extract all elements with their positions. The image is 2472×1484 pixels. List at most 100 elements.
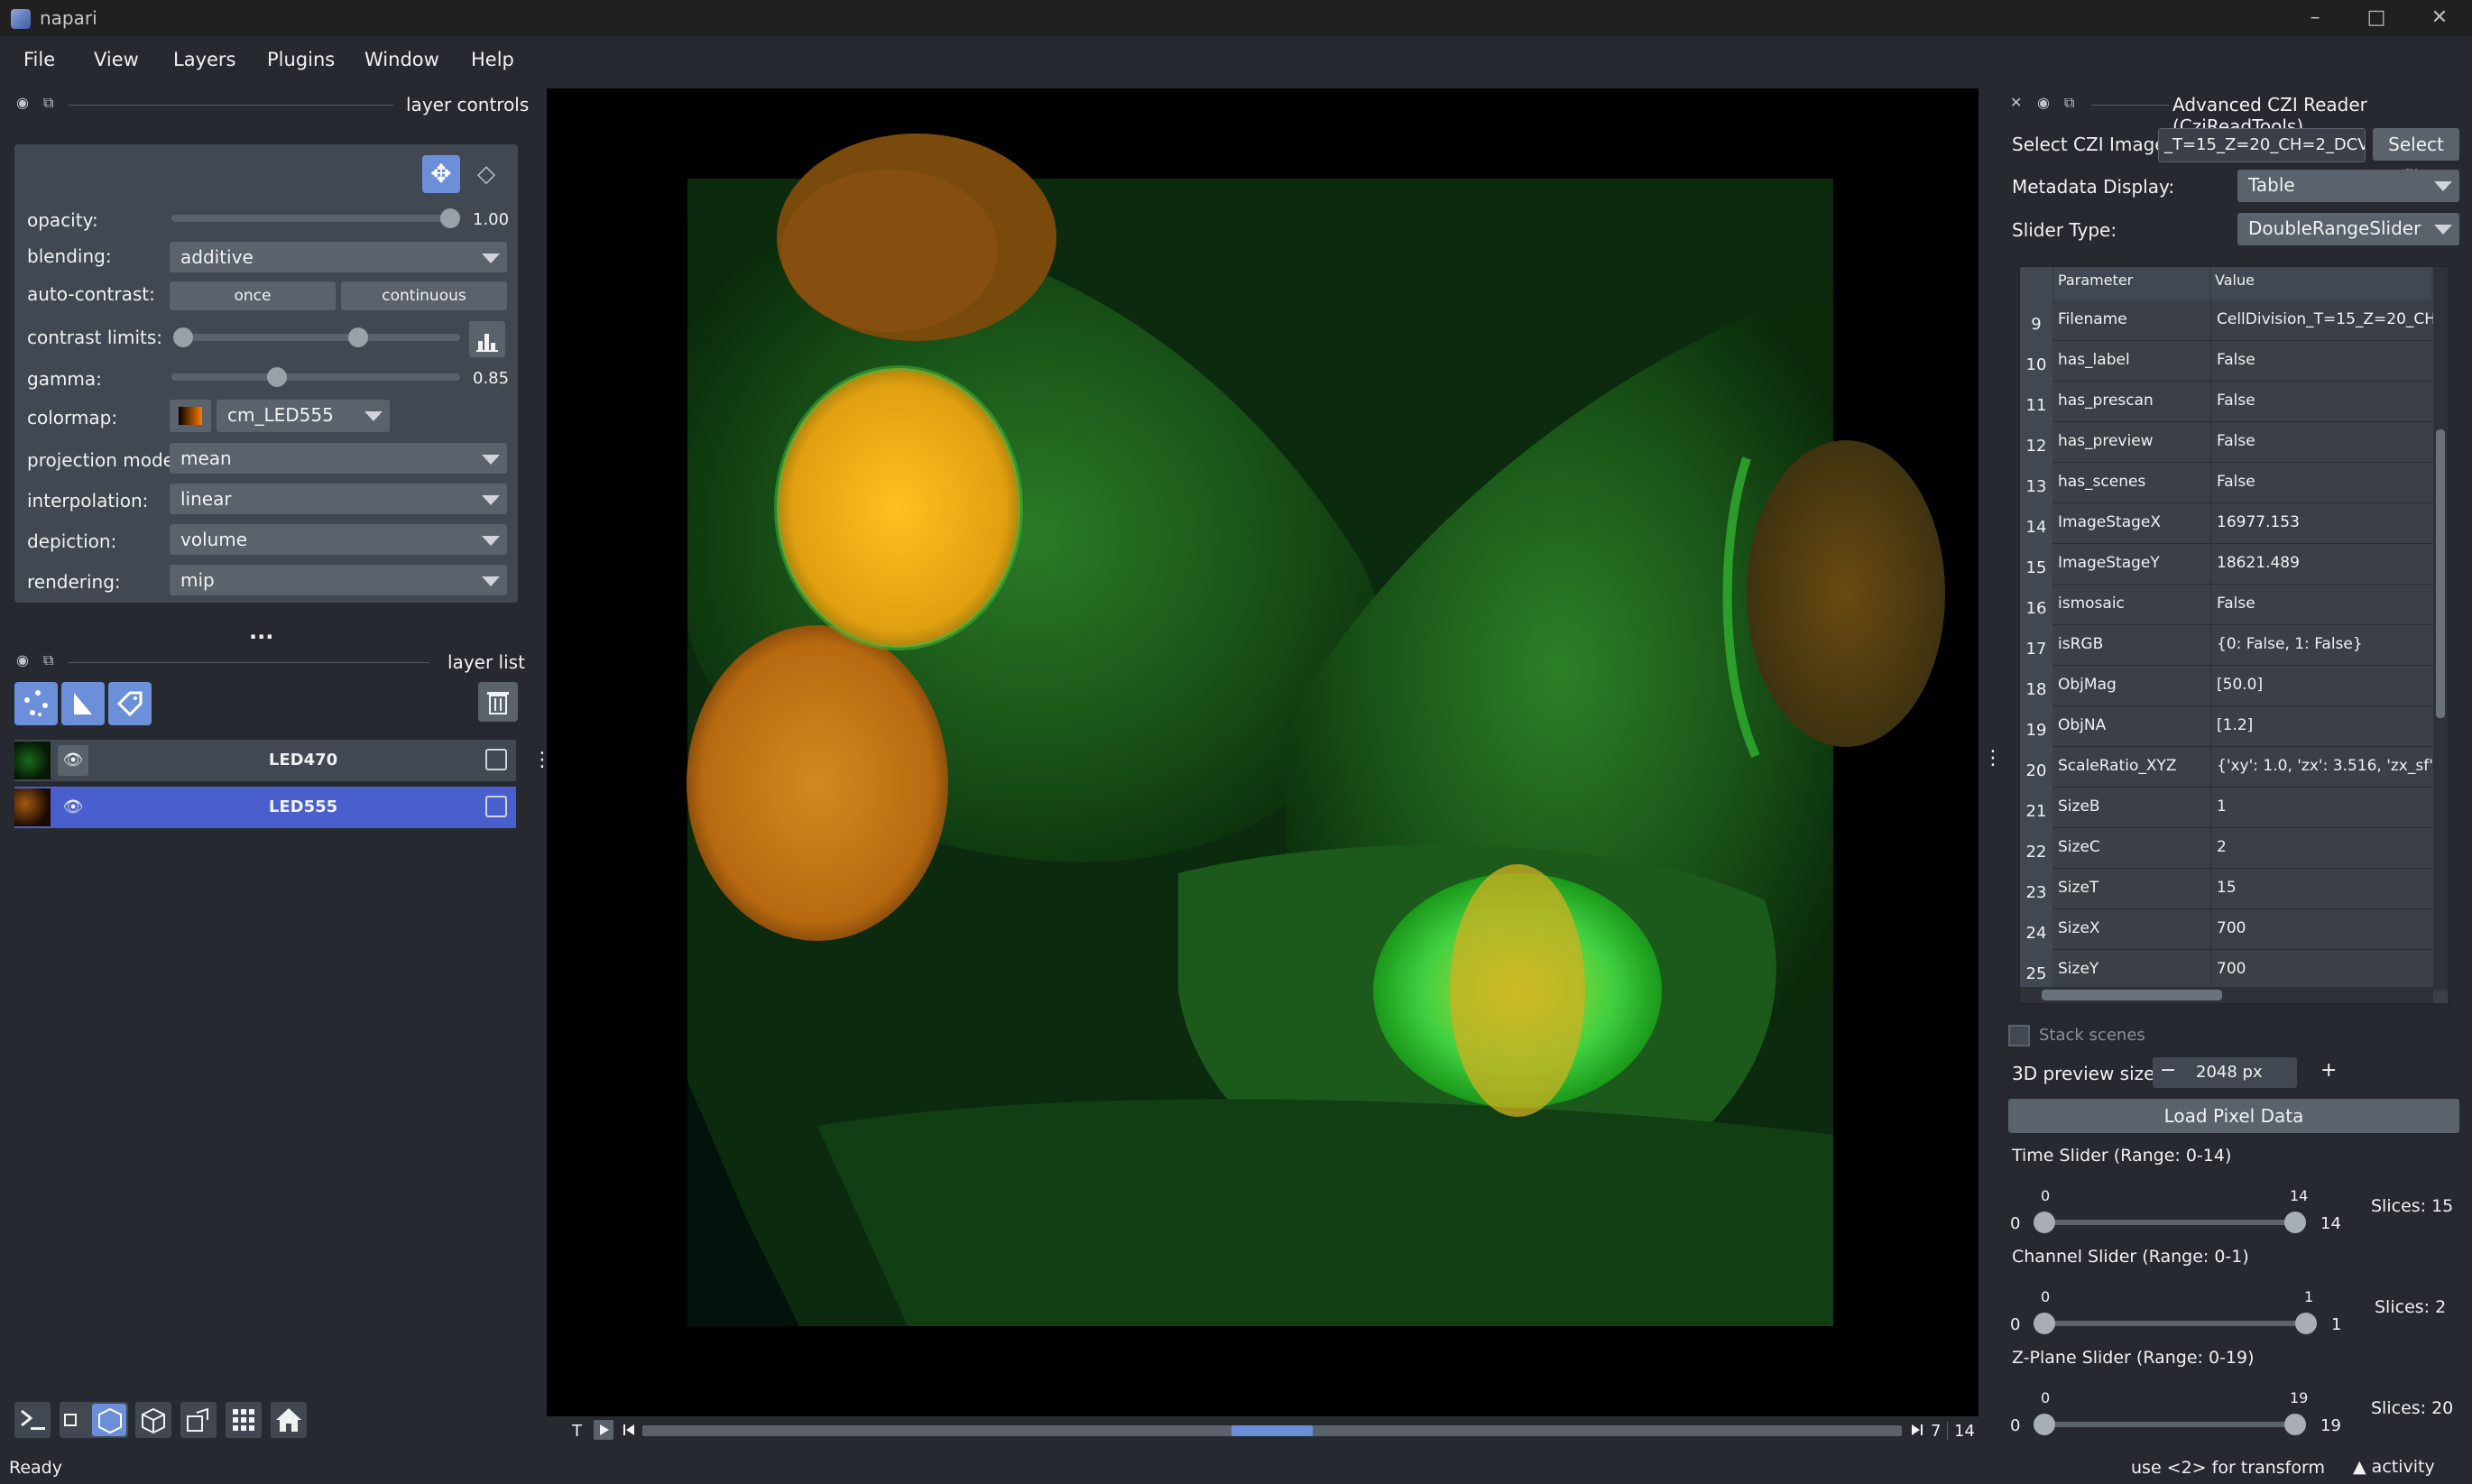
table-row[interactable]: 12 has_preview False [2020, 421, 2448, 463]
menu-window[interactable]: Window [364, 49, 439, 70]
value-cell[interactable]: 16977.153 [2217, 513, 2433, 531]
parameter-cell[interactable]: ScaleRatio_XYZ [2058, 757, 2202, 775]
dock-float-icon[interactable]: ◉ [2037, 94, 2050, 111]
step-back-button[interactable] [619, 1420, 639, 1440]
transform-icon[interactable]: ◇ [467, 155, 505, 193]
menu-plugins[interactable]: Plugins [267, 49, 335, 70]
table-hscrollbar[interactable] [2020, 987, 2433, 1003]
column-header-parameter[interactable]: Parameter [2054, 267, 2209, 300]
grid-view-button[interactable] [226, 1402, 262, 1438]
table-row[interactable]: 18 ObjMag [50.0] [2020, 665, 2448, 706]
load-pixel-data-button[interactable]: Load Pixel Data [2008, 1099, 2459, 1133]
hscroll-handle[interactable] [2042, 990, 2222, 1000]
opacity-slider[interactable] [171, 215, 453, 222]
close-dock-icon[interactable]: ✕ [2010, 94, 2022, 111]
value-cell[interactable]: False [2217, 432, 2433, 450]
value-cell[interactable]: False [2217, 351, 2433, 369]
table-row[interactable]: 21 SizeB 1 [2020, 787, 2448, 828]
parameter-cell[interactable]: ObjMag [2058, 676, 2202, 694]
column-header-value[interactable]: Value [2211, 267, 2431, 300]
colormap-select[interactable]: cm_LED555 [217, 400, 390, 432]
table-row[interactable]: 15 ImageStageY 18621.489 [2020, 543, 2448, 585]
parameter-cell[interactable]: ImageStageY [2058, 554, 2202, 572]
menu-help[interactable]: Help [471, 49, 514, 70]
contrast-max-handle[interactable] [348, 327, 368, 347]
dock-resize-handle[interactable]: ⋮ [1983, 749, 2003, 769]
vscroll-handle[interactable] [2436, 429, 2445, 718]
new-labels-layer-button[interactable] [108, 682, 152, 725]
channel-range-slider[interactable] [2044, 1321, 2306, 1326]
value-cell[interactable]: [50.0] [2217, 676, 2433, 694]
auto-contrast-once-button[interactable]: once [170, 281, 336, 310]
new-points-layer-button[interactable] [14, 682, 58, 725]
opacity-slider-handle[interactable] [440, 208, 460, 228]
table-row[interactable]: 16 ismosaic False [2020, 584, 2448, 625]
minus-icon[interactable]: − [2160, 1059, 2176, 1082]
maximize-button[interactable]: □ [2358, 4, 2394, 32]
dims-slider-track[interactable] [642, 1425, 1902, 1436]
value-cell[interactable]: 18621.489 [2217, 554, 2433, 572]
value-cell[interactable]: {'xy': 1.0, 'zx': 3.516, 'zx_sf': 3.5 [2217, 757, 2433, 775]
depiction-select[interactable]: volume [170, 524, 507, 555]
activity-button[interactable]: ▲ activity [2353, 1457, 2435, 1477]
value-cell[interactable]: {0: False, 1: False} [2217, 635, 2433, 653]
menu-layers[interactable]: Layers [173, 49, 236, 70]
table-row[interactable]: 24 SizeX 700 [2020, 908, 2448, 950]
dims-slider-handle[interactable] [1231, 1425, 1313, 1436]
parameter-cell[interactable]: SizeB [2058, 797, 2202, 816]
projection-mode-select[interactable]: mean [170, 443, 507, 474]
table-row[interactable]: 13 has_scenes False [2020, 462, 2448, 503]
parameter-cell[interactable]: SizeC [2058, 838, 2202, 856]
new-shapes-layer-button[interactable] [61, 682, 105, 725]
parameter-cell[interactable]: ObjNA [2058, 716, 2202, 734]
value-cell[interactable]: 1 [2217, 797, 2433, 816]
dock-undock-icon[interactable]: ⧉ [2064, 94, 2074, 112]
menu-view[interactable]: View [94, 49, 139, 70]
value-cell[interactable]: 700 [2217, 919, 2433, 937]
step-forward-button[interactable] [1907, 1420, 1927, 1440]
rendering-select[interactable]: mip [170, 565, 507, 595]
delete-layer-button[interactable] [478, 682, 518, 722]
z-range-hi-handle[interactable] [2284, 1414, 2306, 1435]
value-cell[interactable]: [1.2] [2217, 716, 2433, 734]
dims-current-value[interactable]: 7 [1931, 1422, 1941, 1441]
parameter-cell[interactable]: SizeX [2058, 919, 2202, 937]
z-range-lo-handle[interactable] [2034, 1414, 2055, 1435]
viewer-canvas[interactable] [547, 88, 1979, 1416]
preview-size-spinbox[interactable]: − 2048 px + [2153, 1057, 2337, 1088]
time-range-slider[interactable] [2044, 1220, 2297, 1225]
image-path-field[interactable]: _T=15_Z=20_CH=2_DCV.czi [2158, 128, 2366, 162]
pan-zoom-icon[interactable]: ✥ [422, 155, 460, 193]
parameter-cell[interactable]: ImageStageX [2058, 513, 2202, 531]
layer-row-led470[interactable]: 👁 LED470 [14, 740, 516, 781]
channel-range-lo-handle[interactable] [2034, 1313, 2055, 1334]
minimize-button[interactable]: – [2297, 4, 2333, 32]
menu-file[interactable]: File [23, 49, 55, 70]
value-cell[interactable]: False [2217, 392, 2433, 410]
visibility-eye-icon[interactable]: 👁 [58, 792, 88, 823]
interpolation-select[interactable]: linear [170, 484, 507, 514]
table-row[interactable]: 20 ScaleRatio_XYZ {'xy': 1.0, 'zx': 3.516,… [2020, 746, 2448, 788]
auto-contrast-continuous-button[interactable]: continuous [341, 281, 507, 310]
value-cell[interactable]: False [2217, 473, 2433, 491]
dock-undock-icon[interactable]: ⧉ [43, 651, 53, 669]
plus-icon[interactable]: + [2320, 1059, 2337, 1082]
parameter-cell[interactable]: has_scenes [2058, 473, 2202, 491]
parameter-cell[interactable]: isRGB [2058, 635, 2202, 653]
value-cell[interactable]: 700 [2217, 960, 2433, 978]
select-file-button[interactable]: Select file [2373, 128, 2459, 188]
parameter-cell[interactable]: SizeY [2058, 960, 2202, 978]
contrast-min-handle[interactable] [173, 327, 193, 347]
transpose-button[interactable] [180, 1402, 217, 1438]
value-cell[interactable]: False [2217, 595, 2433, 613]
dock-undock-icon[interactable]: ⧉ [43, 94, 53, 112]
gamma-slider-handle[interactable] [267, 367, 287, 387]
dock-splitter-handle[interactable]: ... [249, 619, 273, 644]
layer-name[interactable]: LED555 [105, 797, 502, 816]
parameter-cell[interactable]: Filename [2058, 310, 2202, 328]
home-button[interactable] [271, 1402, 307, 1438]
value-cell[interactable]: 15 [2217, 879, 2433, 897]
table-row[interactable]: 11 has_prescan False [2020, 381, 2448, 422]
blending-select[interactable]: additive [170, 242, 507, 272]
ndisplay-toggle-button[interactable] [60, 1402, 128, 1438]
